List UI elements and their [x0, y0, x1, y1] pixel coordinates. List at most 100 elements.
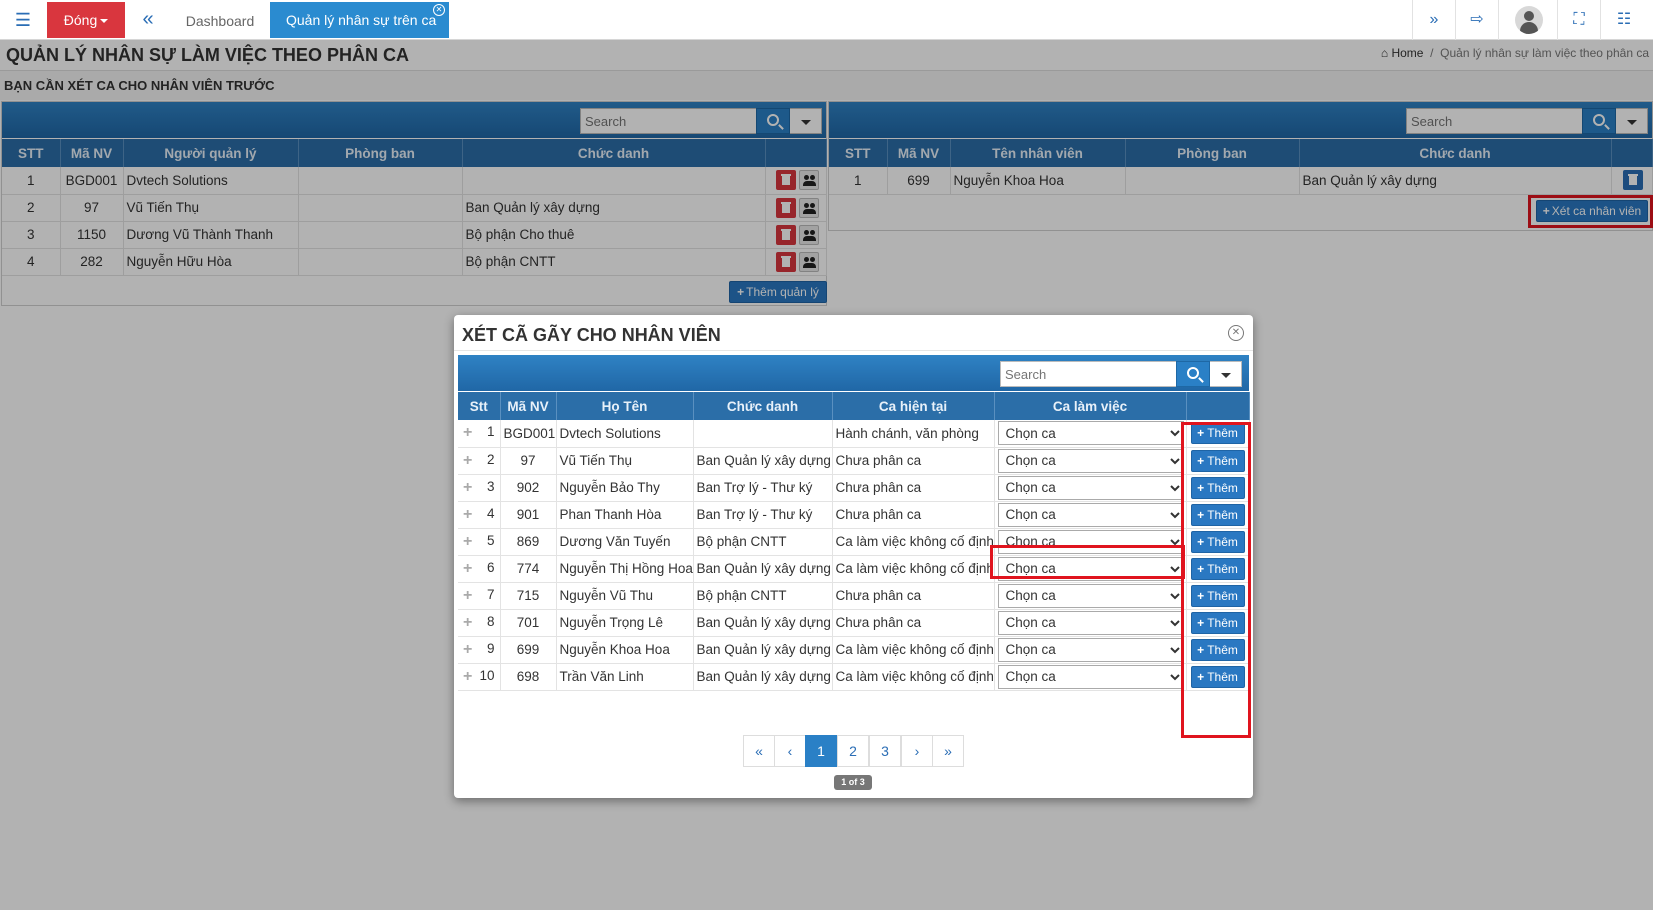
col-ca-hien-tai[interactable]: Ca hiện tại: [832, 392, 995, 420]
logout-icon[interactable]: ⇨: [1456, 0, 1498, 40]
user-avatar[interactable]: [1515, 6, 1543, 34]
col-ma-nv[interactable]: Mã NV: [500, 392, 557, 420]
cell-ma-nv: 701: [500, 609, 557, 637]
table-row[interactable]: +1 BGD001 Dvtech Solutions Hành chánh, văn …: [458, 420, 1250, 448]
close-icon[interactable]: ✕: [1228, 325, 1244, 341]
double-chevron-left-icon[interactable]: «: [126, 0, 170, 40]
cell-ma-nv: 901: [500, 501, 557, 529]
tab-quan-ly-nhan-su[interactable]: Quản lý nhân sự trên ca ✕: [270, 2, 449, 38]
expand-plus-icon[interactable]: +: [463, 533, 472, 551]
hamburger-menu-icon[interactable]: ☰: [0, 0, 46, 40]
cell-name: Nguyễn Trọng Lê: [556, 609, 694, 637]
cell-title: Ban Trợ lý - Thư ký: [693, 474, 833, 502]
page-last-button[interactable]: »: [932, 735, 964, 767]
cell-title: Bộ phận CNTT: [693, 528, 833, 556]
cell-name: Trần Văn Linh: [556, 663, 694, 691]
table-row[interactable]: +9 699 Nguyễn Khoa Hoa Ban Quản lý xây dựng…: [458, 636, 1250, 664]
shift-select[interactable]: Chọn ca: [997, 637, 1184, 662]
page-2-button[interactable]: 2: [837, 735, 869, 767]
close-dropdown-button[interactable]: Đóng: [47, 2, 125, 38]
highlight-box: [990, 545, 1185, 579]
shift-select[interactable]: Chọn ca: [997, 502, 1184, 527]
cell-shift-select: Chọn ca: [994, 582, 1187, 610]
expand-plus-icon[interactable]: +: [463, 506, 472, 524]
page-prev-button[interactable]: ‹: [774, 735, 806, 767]
tab-label: Quản lý nhân sự trên ca: [286, 12, 437, 28]
tab-dashboard[interactable]: Dashboard: [172, 0, 268, 40]
stt-value: 9: [486, 640, 495, 656]
modal-title: XÉT CÃ GÃY CHO NHÂN VIÊN: [462, 325, 721, 345]
col-stt[interactable]: Stt: [458, 392, 501, 420]
cell-current-shift: Chưa phân ca: [832, 501, 995, 529]
cell-name: Nguyễn Bảo Thy: [556, 474, 694, 502]
cell-shift-select: Chọn ca: [994, 663, 1187, 691]
top-navbar: ☰ Đóng « Dashboard Quản lý nhân sự trên …: [0, 0, 1653, 40]
col-ca-lam-viec[interactable]: Ca làm việc: [994, 392, 1187, 420]
cell-shift-select: Chọn ca: [994, 474, 1187, 502]
cell-ma-nv: 699: [500, 636, 557, 664]
table-row[interactable]: +4 901 Phan Thanh Hòa Ban Trợ lý - Thư ký Ch…: [458, 501, 1250, 529]
expand-plus-icon[interactable]: +: [463, 560, 472, 578]
search-input[interactable]: [1000, 361, 1177, 387]
col-chuc-danh[interactable]: Chức danh: [693, 392, 833, 420]
cell-stt: +2: [458, 447, 501, 475]
page-next-button[interactable]: ›: [901, 735, 933, 767]
stt-value: 3: [486, 478, 495, 494]
divider: [1600, 0, 1601, 40]
cell-name: Phan Thanh Hòa: [556, 501, 694, 529]
shift-select[interactable]: Chọn ca: [997, 583, 1184, 608]
cell-ma-nv: BGD001: [500, 420, 557, 448]
table-row[interactable]: +7 715 Nguyễn Vũ Thu Bộ phận CNTT Chưa phân …: [458, 582, 1250, 610]
table-row[interactable]: +2 97 Vũ Tiến Thụ Ban Quản lý xây dựng Chưa …: [458, 447, 1250, 475]
shift-select[interactable]: Chọn ca: [997, 448, 1184, 473]
shift-table: Stt Mã NV Họ Tên Chức danh Ca hiện tại C…: [458, 392, 1250, 691]
fullscreen-icon[interactable]: ⛶: [1558, 0, 1600, 40]
cell-shift-select: Chọn ca: [994, 420, 1187, 448]
expand-plus-icon[interactable]: +: [463, 614, 472, 632]
cell-ma-nv: 902: [500, 474, 557, 502]
expand-plus-icon[interactable]: +: [463, 668, 472, 686]
cell-ma-nv: 715: [500, 582, 557, 610]
table-row[interactable]: +3 902 Nguyễn Bảo Thy Ban Trợ lý - Thư ký Ch…: [458, 474, 1250, 502]
expand-plus-icon[interactable]: +: [463, 641, 472, 659]
col-ho-ten[interactable]: Họ Tên: [556, 392, 694, 420]
page-first-button[interactable]: «: [743, 735, 775, 767]
caret-down-icon: [100, 19, 109, 24]
cell-ma-nv: 869: [500, 528, 557, 556]
double-chevron-right-icon[interactable]: »: [1413, 0, 1455, 40]
shift-select[interactable]: Chọn ca: [997, 421, 1184, 446]
page-3-button[interactable]: 3: [869, 735, 901, 767]
cell-ma-nv: 698: [500, 663, 557, 691]
cell-title: Ban Quản lý xây dựng: [693, 447, 833, 475]
divider: [454, 350, 1253, 351]
expand-plus-icon[interactable]: +: [463, 587, 472, 605]
page-info-badge: 1 of 3: [834, 775, 872, 790]
expand-plus-icon[interactable]: +: [463, 452, 472, 470]
close-dropdown-label: Đóng: [63, 12, 98, 28]
table-row[interactable]: +10 698 Trần Văn Linh Ban Quản lý xây dựng C…: [458, 663, 1250, 691]
col-actions: [1186, 392, 1250, 420]
modal-toolbar: [458, 355, 1249, 391]
cell-shift-select: Chọn ca: [994, 447, 1187, 475]
expand-plus-icon[interactable]: +: [463, 479, 472, 497]
table-row[interactable]: +8 701 Nguyễn Trọng Lê Ban Quản lý xây dựng…: [458, 609, 1250, 637]
cell-title: Bộ phận CNTT: [693, 582, 833, 610]
cell-current-shift: Ca làm việc không cố định: [832, 636, 995, 664]
shift-select[interactable]: Chọn ca: [997, 610, 1184, 635]
stt-value: 10: [479, 667, 495, 683]
shift-select[interactable]: Chọn ca: [997, 664, 1184, 689]
stt-value: 1: [486, 424, 495, 440]
cell-stt: +10: [458, 663, 501, 691]
cell-title: Ban Quản lý xây dựng: [693, 555, 833, 583]
stt-value: 2: [486, 451, 495, 467]
search-button[interactable]: [1176, 361, 1210, 387]
stt-value: 6: [486, 559, 495, 575]
expand-plus-icon[interactable]: +: [463, 424, 472, 442]
shift-select[interactable]: Chọn ca: [997, 475, 1184, 500]
cell-shift-select: Chọn ca: [994, 609, 1187, 637]
cell-name: Vũ Tiến Thụ: [556, 447, 694, 475]
page-1-button[interactable]: 1: [805, 735, 837, 767]
search-options-button[interactable]: [1210, 361, 1242, 387]
sitemap-icon[interactable]: ☷: [1603, 0, 1645, 40]
tab-close-icon[interactable]: ✕: [433, 4, 445, 16]
